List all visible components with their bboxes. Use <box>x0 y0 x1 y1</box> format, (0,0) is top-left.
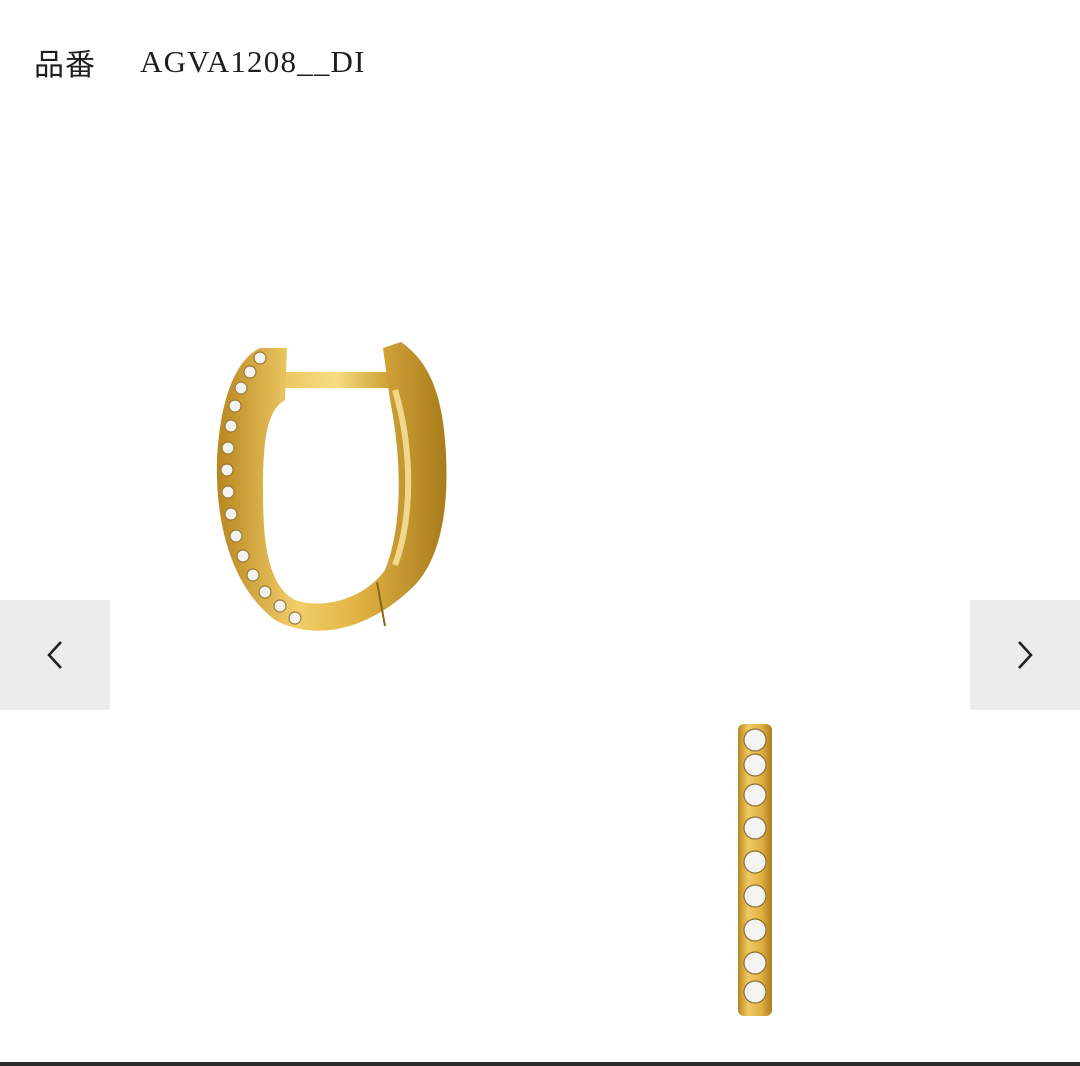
carousel-next-button[interactable] <box>970 600 1080 710</box>
hoop-earring-front-image <box>738 724 772 1016</box>
chevron-left-icon <box>47 641 62 669</box>
chevron-right-icon <box>1018 641 1033 669</box>
product-number-label: 品番 <box>34 48 96 83</box>
carousel-prev-button[interactable] <box>0 600 110 710</box>
product-code: AGVA1208__DI <box>140 44 366 79</box>
bottom-divider <box>0 1062 1080 1066</box>
product-code-header: 品番 AGVA1208__DI <box>34 40 366 84</box>
hoop-earring-image <box>216 342 447 631</box>
